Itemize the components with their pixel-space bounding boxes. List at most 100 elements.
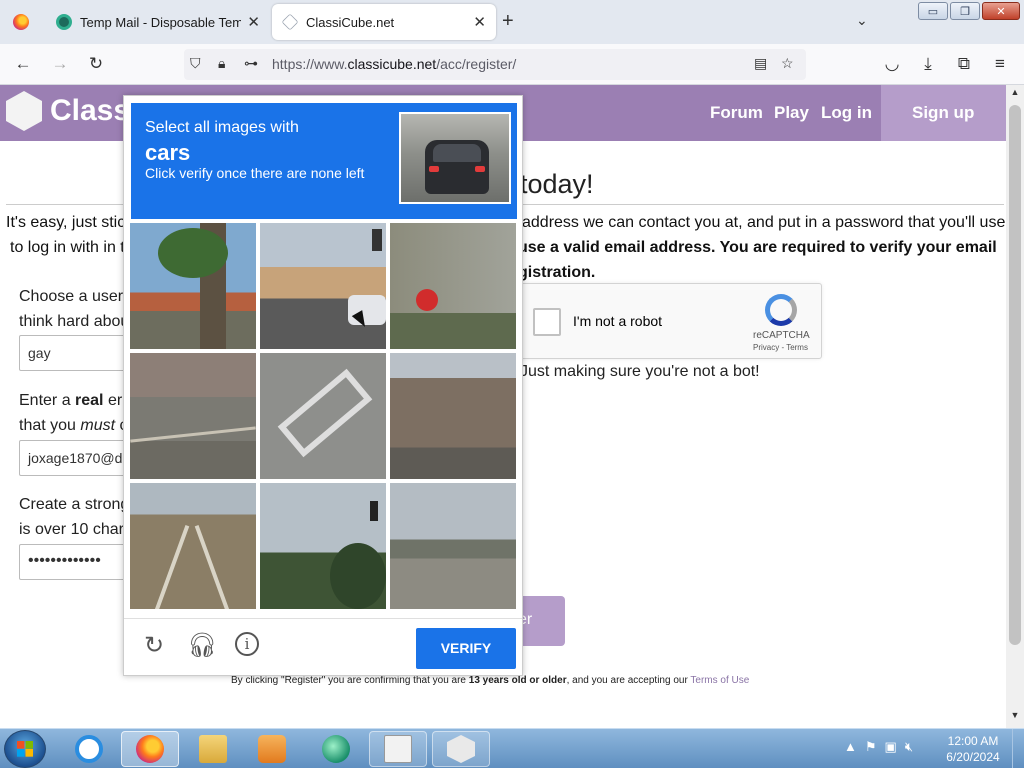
scroll-down-arrow-icon[interactable]: ▼ xyxy=(1006,710,1024,726)
show-hidden-icons-icon[interactable]: ▲ xyxy=(844,739,857,755)
email-label: Enter a real er that you must c xyxy=(19,388,128,438)
captcha-tile[interactable] xyxy=(260,223,386,349)
temp-mail-favicon-icon xyxy=(56,14,72,30)
captcha-tile[interactable] xyxy=(390,353,516,479)
browser-icon xyxy=(322,735,350,763)
tab-close-icon[interactable]: ✕ xyxy=(247,13,260,31)
recaptcha-brand: reCAPTCHA xyxy=(753,330,810,341)
info-icon[interactable]: i xyxy=(235,632,259,656)
extensions-icon[interactable]: ⧉ xyxy=(953,54,975,74)
intro-line: address we can contact you at, and put i… xyxy=(522,214,1006,231)
media-player-icon xyxy=(258,735,286,763)
scroll-up-arrow-icon[interactable]: ▲ xyxy=(1006,87,1024,103)
captcha-tile[interactable] xyxy=(260,483,386,609)
forward-arrow-icon[interactable]: → xyxy=(49,54,71,74)
nav-login[interactable]: Log in xyxy=(821,103,872,123)
pocket-icon[interactable]: ◡ xyxy=(881,54,903,74)
page-scrollbar[interactable]: ▲ ▼ xyxy=(1006,85,1024,728)
intro-line: to log in with in t xyxy=(10,239,125,256)
label-line: Create a strong xyxy=(19,496,130,513)
volume-muted-icon[interactable]: 🔇︎ xyxy=(905,739,913,755)
tab-strip: Temp Mail - Disposable Tempo ✕ ClassiCub… xyxy=(0,0,1024,44)
captcha-sample-image xyxy=(399,112,511,204)
site-logo[interactable]: Class xyxy=(6,91,130,131)
reload-challenge-icon[interactable]: ↻ xyxy=(140,632,168,660)
car-picture xyxy=(425,140,489,194)
action-center-flag-icon[interactable]: ⚑ xyxy=(865,739,877,755)
password-label: Create a strong is over 10 char xyxy=(19,492,129,542)
lock-icon[interactable]: 🔒︎ xyxy=(218,55,225,72)
captcha-tile[interactable] xyxy=(130,353,256,479)
captcha-tile[interactable] xyxy=(260,353,386,479)
navigation-bar: ← → ↻ ⛉ 🔒︎ ⊶ https://www.classicube.net/… xyxy=(0,44,1024,85)
classicube-icon xyxy=(447,735,475,763)
reload-icon[interactable]: ↻ xyxy=(85,54,107,74)
captcha-tile[interactable] xyxy=(130,483,256,609)
recaptcha-checkbox[interactable] xyxy=(533,308,561,336)
firefox-icon xyxy=(136,735,164,763)
label-line: is over 10 char xyxy=(19,521,124,538)
recaptcha-logo-icon xyxy=(765,294,797,326)
taskbar-media-player[interactable] xyxy=(243,731,301,767)
restore-button[interactable]: ❐ xyxy=(950,2,980,20)
captcha-tile[interactable] xyxy=(390,223,516,349)
application-icon xyxy=(384,735,412,763)
tab-temp-mail[interactable]: Temp Mail - Disposable Tempo ✕ xyxy=(46,4,270,40)
bookmark-star-icon[interactable]: ☆ xyxy=(781,55,794,72)
scrollbar-thumb[interactable] xyxy=(1009,105,1021,645)
address-bar[interactable]: ⛉ 🔒︎ ⊶ https://www.classicube.net/acc/re… xyxy=(184,49,806,80)
label-line: think hard abou xyxy=(19,313,130,330)
intro-line-bold: gistration. xyxy=(518,264,596,281)
system-clock[interactable]: 12:00 AM 6/20/2024 xyxy=(940,733,1006,765)
tab-classicube[interactable]: ClassiCube.net ✕ xyxy=(272,4,496,40)
taskbar-windows-explorer[interactable] xyxy=(184,731,242,767)
reader-view-icon[interactable]: ▤ xyxy=(754,55,767,72)
firefox-menu-button[interactable] xyxy=(0,0,42,44)
list-all-tabs-button[interactable]: ⌄ xyxy=(856,12,868,29)
permissions-key-icon[interactable]: ⊶ xyxy=(244,55,258,72)
classicube-favicon-icon xyxy=(281,13,299,31)
captcha-tile[interactable] xyxy=(390,483,516,609)
tab-close-icon[interactable]: ✕ xyxy=(473,13,486,31)
downloads-icon[interactable]: ⤓ xyxy=(917,54,939,74)
taskbar-application[interactable] xyxy=(369,731,427,767)
url-text[interactable]: https://www.classicube.net/acc/register/ xyxy=(272,56,516,72)
clock-date: 6/20/2024 xyxy=(946,750,1000,764)
network-icon[interactable]: ▣ xyxy=(885,739,897,755)
window-controls: ▭ ❐ ✕ xyxy=(918,2,1020,20)
username-label: Choose a user think hard abou xyxy=(19,284,129,334)
taskbar-classicube[interactable] xyxy=(432,731,490,767)
cube-logo-icon xyxy=(6,91,42,131)
legal-notice: By clicking "Register" you are confirmin… xyxy=(231,675,750,686)
label-line: Enter a real er xyxy=(19,392,123,409)
nav-play[interactable]: Play xyxy=(774,103,809,123)
recaptcha-terms-link[interactable]: Privacy - Terms xyxy=(753,343,808,352)
tab-title: Temp Mail - Disposable Tempo xyxy=(80,14,242,30)
nav-signup[interactable]: Sign up xyxy=(881,85,1006,141)
captcha-tile[interactable] xyxy=(130,223,256,349)
close-window-button[interactable]: ✕ xyxy=(982,2,1020,20)
terms-of-use-link[interactable]: Terms of Use xyxy=(690,675,749,686)
menu-hamburger-icon[interactable]: ≡ xyxy=(989,54,1011,74)
tab-title: ClassiCube.net xyxy=(306,14,395,30)
start-button[interactable] xyxy=(4,730,46,768)
site-name: Class xyxy=(50,94,131,127)
taskbar-browser[interactable] xyxy=(307,731,365,767)
internet-explorer-icon xyxy=(75,735,103,763)
captcha-footer: ↻ 🎧︎ i VERIFY xyxy=(124,618,522,676)
captcha-instruction: Select all images with xyxy=(145,119,299,136)
new-tab-button[interactable]: + xyxy=(502,10,514,33)
audio-challenge-icon[interactable]: 🎧︎ xyxy=(187,632,217,660)
folder-icon xyxy=(199,735,227,763)
page-title: today! xyxy=(520,169,594,199)
show-desktop-button[interactable] xyxy=(1012,729,1024,768)
minimize-button[interactable]: ▭ xyxy=(918,2,948,20)
back-arrow-icon[interactable]: ← xyxy=(12,54,34,74)
verify-button[interactable]: VERIFY xyxy=(416,628,516,669)
shield-icon[interactable]: ⛉ xyxy=(190,55,201,72)
nav-forum[interactable]: Forum xyxy=(710,103,763,123)
taskbar-internet-explorer[interactable] xyxy=(60,731,118,767)
clock-time: 12:00 AM xyxy=(947,734,999,748)
taskbar-firefox[interactable] xyxy=(121,731,179,767)
intro-line-bold: use a valid email address. You are requi… xyxy=(518,239,997,256)
